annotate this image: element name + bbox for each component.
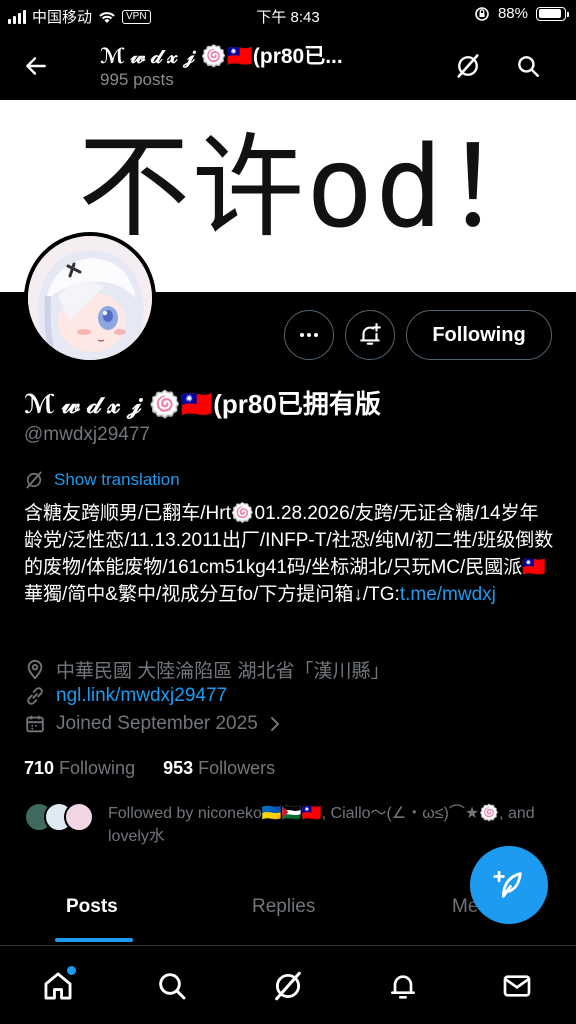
- follower-avatar: [64, 802, 94, 832]
- nav-home[interactable]: [38, 966, 78, 1006]
- header-title: ℳ 𝓌 𝒹 𝓍 𝒿 🍥🇹🇼(pr80已...: [100, 45, 343, 68]
- followed-by-text: Followed by niconeko🇺🇦🇵🇸🇹🇼, Ciallo～(∠・ω≤…: [108, 805, 535, 845]
- display-name: ℳ 𝓌 𝒹 𝓍 𝒿 🍥🇹🇼(pr80已拥有版: [24, 389, 381, 419]
- nav-notifications[interactable]: [383, 966, 423, 1006]
- search-button[interactable]: [510, 48, 546, 84]
- followers-label: Followers: [198, 758, 276, 778]
- joined-row[interactable]: Joined September 2025: [24, 713, 282, 735]
- status-right: 88%: [474, 5, 569, 22]
- orientation-lock-icon: [475, 6, 489, 21]
- translate-icon: [26, 471, 42, 489]
- avatar-illustration: [28, 236, 152, 360]
- tab-posts[interactable]: Posts: [66, 896, 118, 918]
- profile-header: ℳ 𝓌 𝒹 𝓍 𝒿 🍥🇹🇼(pr80已... 995 posts: [0, 30, 576, 100]
- back-button[interactable]: [18, 48, 54, 84]
- follower-avatars: [24, 802, 94, 832]
- compose-icon: [493, 870, 522, 898]
- battery-percent: 88%: [497, 5, 528, 22]
- show-translation-label[interactable]: Show translation: [54, 470, 180, 490]
- battery-icon: [536, 6, 569, 21]
- followers-count: 953: [163, 758, 194, 778]
- home-notification-dot: [67, 966, 76, 975]
- status-bar: 中国移动 VPN 下午 8:43 88%: [0, 0, 576, 30]
- bell-icon: [391, 975, 415, 999]
- location-row: 中華民國 大陸淪陷區 湖北省「漢川縣」: [24, 656, 390, 683]
- mail-icon: [503, 975, 531, 997]
- back-arrow-icon: [26, 57, 46, 75]
- nav-grok[interactable]: [268, 966, 308, 1006]
- following-stat[interactable]: 710 Following: [24, 758, 135, 779]
- grok-icon: [275, 971, 301, 1001]
- joined-text: Joined September 2025: [56, 713, 258, 734]
- following-count: 710: [24, 758, 55, 778]
- avatar[interactable]: [24, 232, 156, 364]
- compose-button[interactable]: [470, 846, 548, 924]
- calendar-icon: [26, 715, 44, 733]
- explore-icon: [159, 973, 186, 1000]
- nav-messages[interactable]: [497, 966, 537, 1006]
- chevron-right-icon: [270, 717, 280, 731]
- followers-stat[interactable]: 953 Followers: [163, 758, 275, 779]
- bottom-navigation: [0, 950, 576, 1024]
- following-button[interactable]: Following: [406, 310, 552, 360]
- tab-replies[interactable]: Replies: [252, 896, 315, 918]
- website-row: ngl.link/mwdxj29477: [24, 685, 227, 707]
- bio-link[interactable]: t.me/mwdxj: [400, 584, 496, 605]
- following-label: Following: [59, 758, 136, 778]
- followed-by[interactable]: Followed by niconeko🇺🇦🇵🇸🇹🇼, Ciallo～(∠・ω≤…: [24, 800, 564, 850]
- search-icon: [518, 56, 539, 77]
- website-link[interactable]: ngl.link/mwdxj29477: [56, 685, 227, 707]
- header-posts-count: 995 posts: [100, 70, 174, 89]
- show-translation[interactable]: Show translation: [24, 470, 180, 490]
- grok-button[interactable]: [450, 48, 486, 84]
- location-pin-icon: [27, 659, 43, 680]
- notification-button[interactable]: [345, 310, 395, 360]
- active-tab-indicator: [55, 938, 133, 942]
- nav-explore[interactable]: [152, 966, 192, 1006]
- location-text: 中華民國 大陸淪陷區 湖北省「漢川縣」: [56, 661, 390, 682]
- follow-stats: 710 Following 953 Followers: [24, 758, 275, 779]
- bio: 含糖友跨顺男/已翻车/Hrt🍥01.28.2026/友跨/无证含糖/14岁年龄党…: [24, 500, 554, 608]
- notification-bell-plus-icon: [360, 323, 381, 345]
- grok-icon: [457, 54, 479, 78]
- handle: @mwdxj29477: [24, 424, 150, 445]
- more-button[interactable]: [284, 310, 334, 360]
- more-icon: [300, 333, 318, 337]
- banner-text: 不许od！: [78, 123, 559, 253]
- link-icon: [27, 687, 43, 705]
